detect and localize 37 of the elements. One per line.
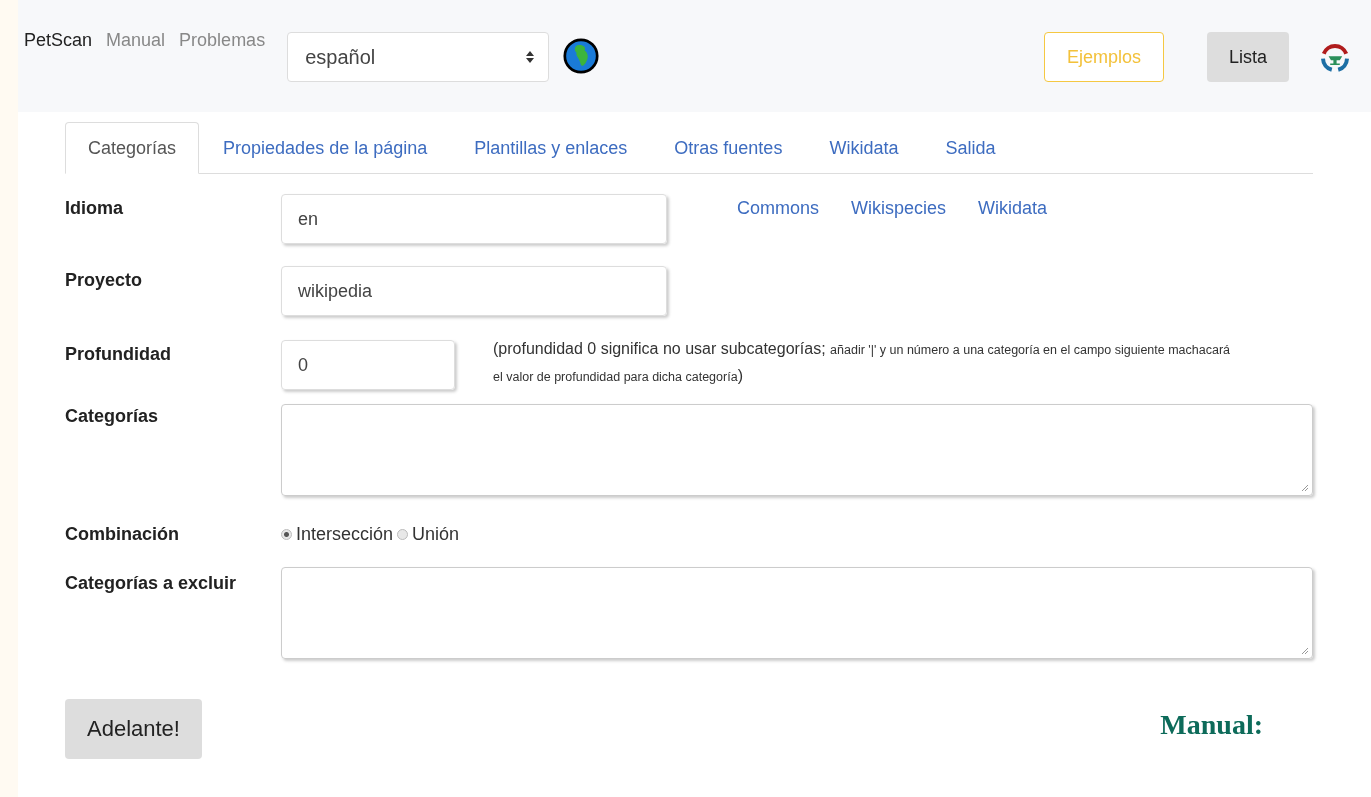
radio-label[interactable]: Intersección [296,524,394,545]
depth-hint: (profundidad 0 significa no usar subcategorías; añadir '|' y un número a una categoría en el campo siguiente machacará el valor de profundidad para dicha categoría) [493,339,1232,386]
manual-caption: Manual: [1160,709,1263,741]
text-area[interactable] [281,404,1313,496]
project-link[interactable]: Commons [737,198,820,219]
resize-grip-icon[interactable] [1301,484,1309,492]
brand-link[interactable]: PetScan [24,30,93,51]
nav-link[interactable]: Manual [106,30,166,51]
list-button[interactable]: Lista [1206,32,1289,82]
project-link[interactable]: Wikidata [978,198,1048,219]
language-select[interactable]: español [287,32,550,82]
tab[interactable]: Otras fuentes [651,122,806,174]
radio-button[interactable] [397,529,409,540]
sort-arrows-icon [526,51,535,63]
field-label: Profundidad [65,343,172,365]
resize-grip-icon[interactable] [1301,647,1309,655]
nav-link[interactable]: Problemas [179,30,266,51]
text-area[interactable] [281,567,1313,659]
field-label: Categorías a excluir [65,572,238,595]
field-label: Proyecto [65,269,144,291]
radio-button[interactable] [281,529,292,540]
tab[interactable]: Wikidata [806,122,922,174]
project-link[interactable]: Wikispecies [851,198,947,219]
input-field[interactable]: en [281,194,667,244]
tab[interactable]: Propiedades de la página [200,122,451,174]
radio-label[interactable]: Unión [412,524,460,545]
field-label: Categorías [65,405,160,427]
input-field[interactable]: wikipedia [281,266,667,316]
globe-icon[interactable] [563,38,600,74]
field-label: Combinación [65,523,180,545]
tab[interactable]: Plantillas y enlaces [451,122,651,174]
tab[interactable]: Categorías [65,122,200,174]
field-label: Idioma [65,197,124,219]
tab[interactable]: Salida [922,122,1019,174]
submit-button[interactable]: Adelante! [65,699,202,759]
anvil-logo-icon[interactable] [1319,41,1351,73]
input-field[interactable]: 0 [281,340,455,390]
